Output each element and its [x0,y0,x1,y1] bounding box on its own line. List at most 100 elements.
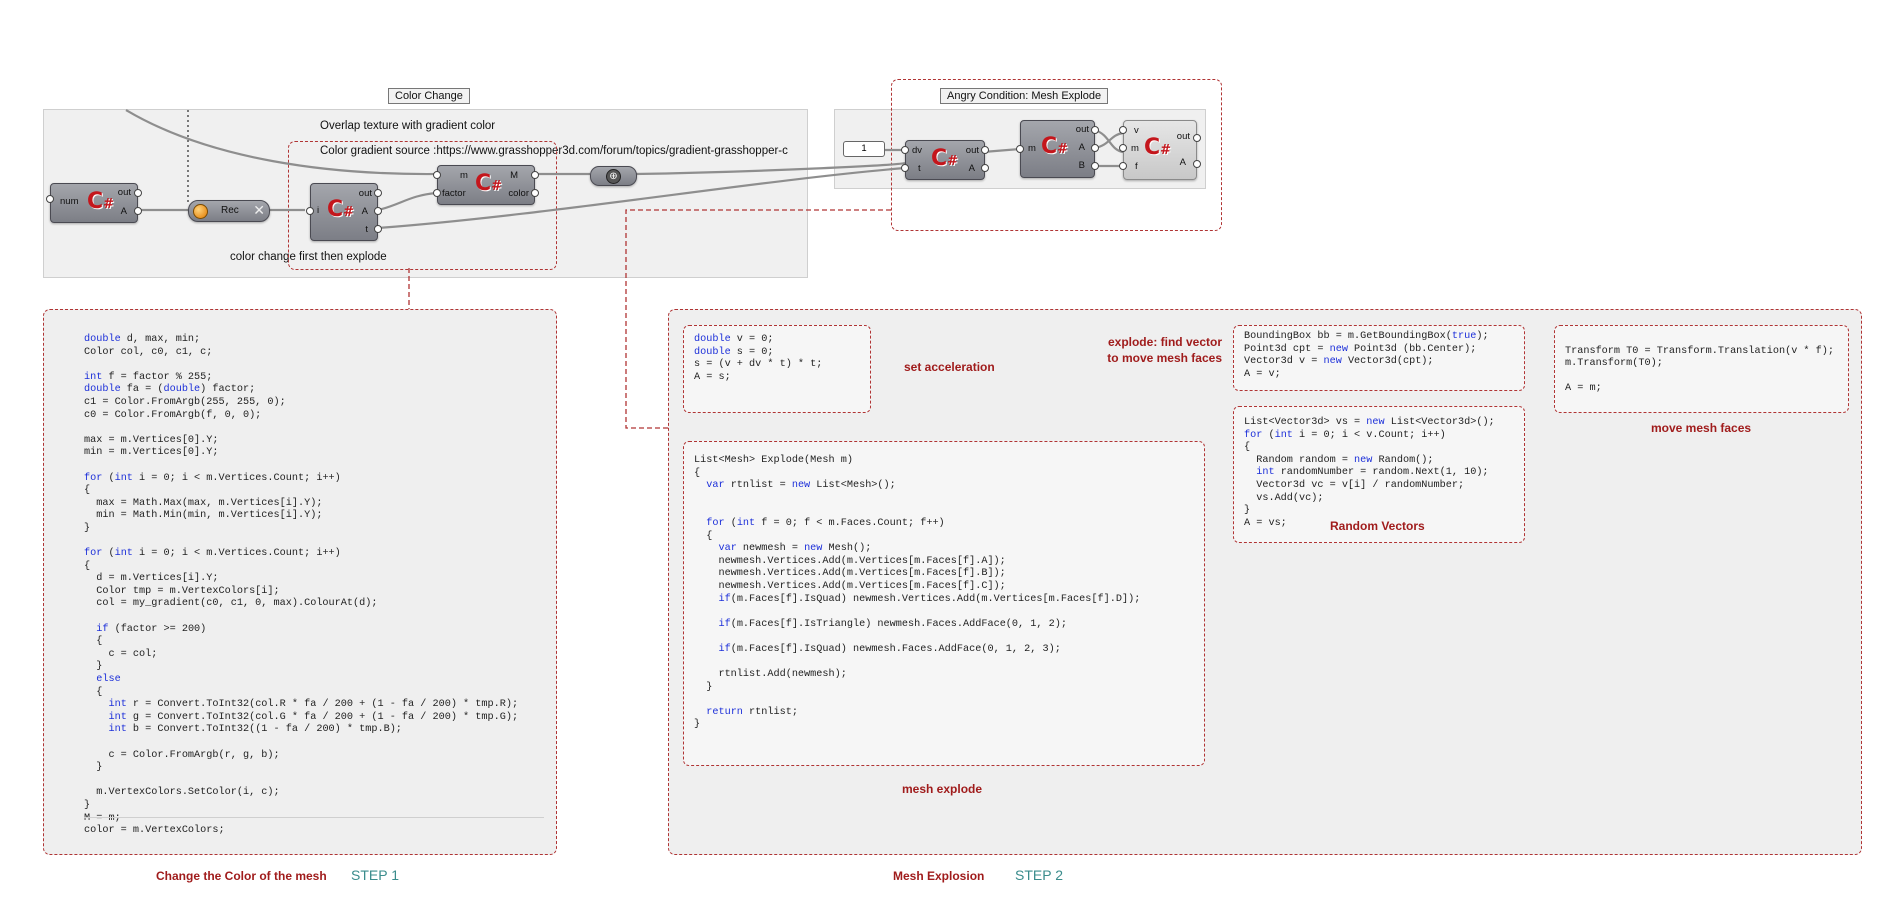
code-line: int f = factor % 255; [84,371,213,383]
code-line: Vector3d v = new Vector3d(cpt); [1244,356,1434,368]
code-line: Point3d cpt = new Point3d (bb.Center); [1244,343,1477,355]
code-line: rtnlist.Add(newmesh); [694,669,847,681]
code-line: { [84,636,103,648]
port-b[interactable]: B [1079,160,1085,171]
port-t[interactable]: t [365,224,368,235]
pin [46,195,54,203]
code-line: { [84,560,91,572]
port-out[interactable]: out [359,188,372,199]
code-line: m.Transform(T0); [1565,358,1663,370]
wire-a-to-factor [377,191,438,212]
port-num[interactable]: num [60,196,78,207]
pin [1119,162,1127,170]
csharp-icon: C# [1144,135,1172,160]
pin [374,225,382,233]
port-out[interactable]: out [966,145,979,156]
code-line: newmesh.Vertices.Add(m.Vertices[m.Faces[… [694,555,1006,567]
color-change-code: double d, max, min; Color col, c0, c1, c;… [84,334,518,838]
code-line: vs.Add(vc); [1244,492,1324,504]
data-dam-component[interactable]: ⊕ [590,166,637,186]
csharp-component-gradient[interactable]: i C# out A t [310,183,378,241]
code-line: } [84,522,91,534]
code-line: double s = 0; [694,346,774,358]
csharp-component-color[interactable]: m factor C# M color [437,165,535,205]
code-line: Color col, c0, c1, c; [84,346,213,358]
code-line: return rtnlist; [706,706,798,718]
code-line: A = v; [1244,368,1281,380]
code-line: { [1244,442,1251,454]
pin [981,146,989,154]
pin [1091,126,1099,134]
port-a[interactable]: A [121,206,127,217]
record-label: Rec [221,205,239,216]
port-dv[interactable]: dv [912,145,922,156]
pin [134,207,142,215]
code-line: } [84,661,103,673]
code-line: Vector3d vc = v[i] / randomNumber; [1244,479,1465,491]
code-line: for (int i = 0; i < m.Vertices.Count; i+… [84,472,341,484]
record-indicator-icon [193,204,208,219]
csharp-icon: C# [1041,134,1069,159]
record-clear-icon[interactable]: ✕ [253,202,265,218]
port-a[interactable]: A [969,163,975,174]
pin [531,189,539,197]
code-line: else [96,674,121,686]
code-line: Color tmp = m.VertexColors[i]; [84,585,280,597]
port-i[interactable]: i [317,205,319,216]
code-line: c1 = Color.FromArgb(255, 255, 0); [84,396,286,408]
code-line: col = my_gradient(c0, c1, 0, max).Colour… [84,598,378,610]
find-vector-code: BoundingBox bb = m.GetBoundingBox(true);… [1233,325,1525,391]
code-line: max = m.Vertices[0].Y; [84,434,219,446]
code-line: s = (v + dv * t) * t; [694,359,823,371]
code-line: if (factor >= 200) [96,623,207,635]
port-m[interactable]: m [1028,143,1036,154]
csharp-component-num[interactable]: num C# out A [50,183,138,223]
step1-label: Change the Color of the mesh [156,869,327,883]
csharp-component-move[interactable]: v m f C# out A [1123,120,1197,180]
code-line: if(m.Faces[f].IsQuad) newmesh.Faces.AddF… [718,643,1061,655]
code-line: } [84,799,91,811]
port-t[interactable]: t [918,163,921,174]
port-out[interactable]: out [1076,124,1089,135]
pin [901,146,909,154]
pin [374,207,382,215]
pin [1091,144,1099,152]
code-line: { [694,467,701,479]
csharp-component-acceleration[interactable]: dv t C# out A [905,140,985,180]
code-line: Transform T0 = Transform.Translation(v *… [1565,345,1834,357]
find-vector-label: explode: find vector to move mesh faces [1107,335,1222,365]
code-line: int randomNumber = random.Next(1, 10); [1256,467,1489,479]
port-out[interactable]: out [1177,131,1190,142]
wire-top-arc [125,109,438,176]
code-line: for (int f = 0; f < m.Faces.Count; f++) [706,517,945,529]
csharp-icon: C# [475,171,503,196]
port-a[interactable]: A [1079,142,1085,153]
step2-number: STEP 2 [1015,867,1063,883]
port-m[interactable]: m [460,170,468,181]
port-f[interactable]: f [1135,161,1138,172]
pin [531,171,539,179]
csharp-icon: C# [327,197,355,222]
csharp-component-explode[interactable]: m C# out A B [1020,120,1095,178]
port-v[interactable]: v [1134,125,1139,136]
port-a[interactable]: A [1180,157,1186,168]
port-m-out[interactable]: M [510,170,518,181]
code-line: var newmesh = new Mesh(); [718,543,872,555]
port-m[interactable]: m [1131,143,1139,154]
number-slider[interactable]: 1 [843,141,885,157]
port-color[interactable]: color [508,188,529,199]
code-line: { [694,530,713,542]
port-factor[interactable]: factor [442,188,466,199]
port-out[interactable]: out [118,187,131,198]
code-line: int g = Convert.ToInt32(col.G * fa / 200… [108,711,519,723]
pin [1016,145,1024,153]
code-line: int r = Convert.ToInt32(col.R * fa / 200… [108,699,519,711]
port-a[interactable]: A [362,206,368,217]
pin [981,164,989,172]
move-faces-label: move mesh faces [1651,421,1752,435]
record-component[interactable]: Rec ✕ [188,200,270,222]
